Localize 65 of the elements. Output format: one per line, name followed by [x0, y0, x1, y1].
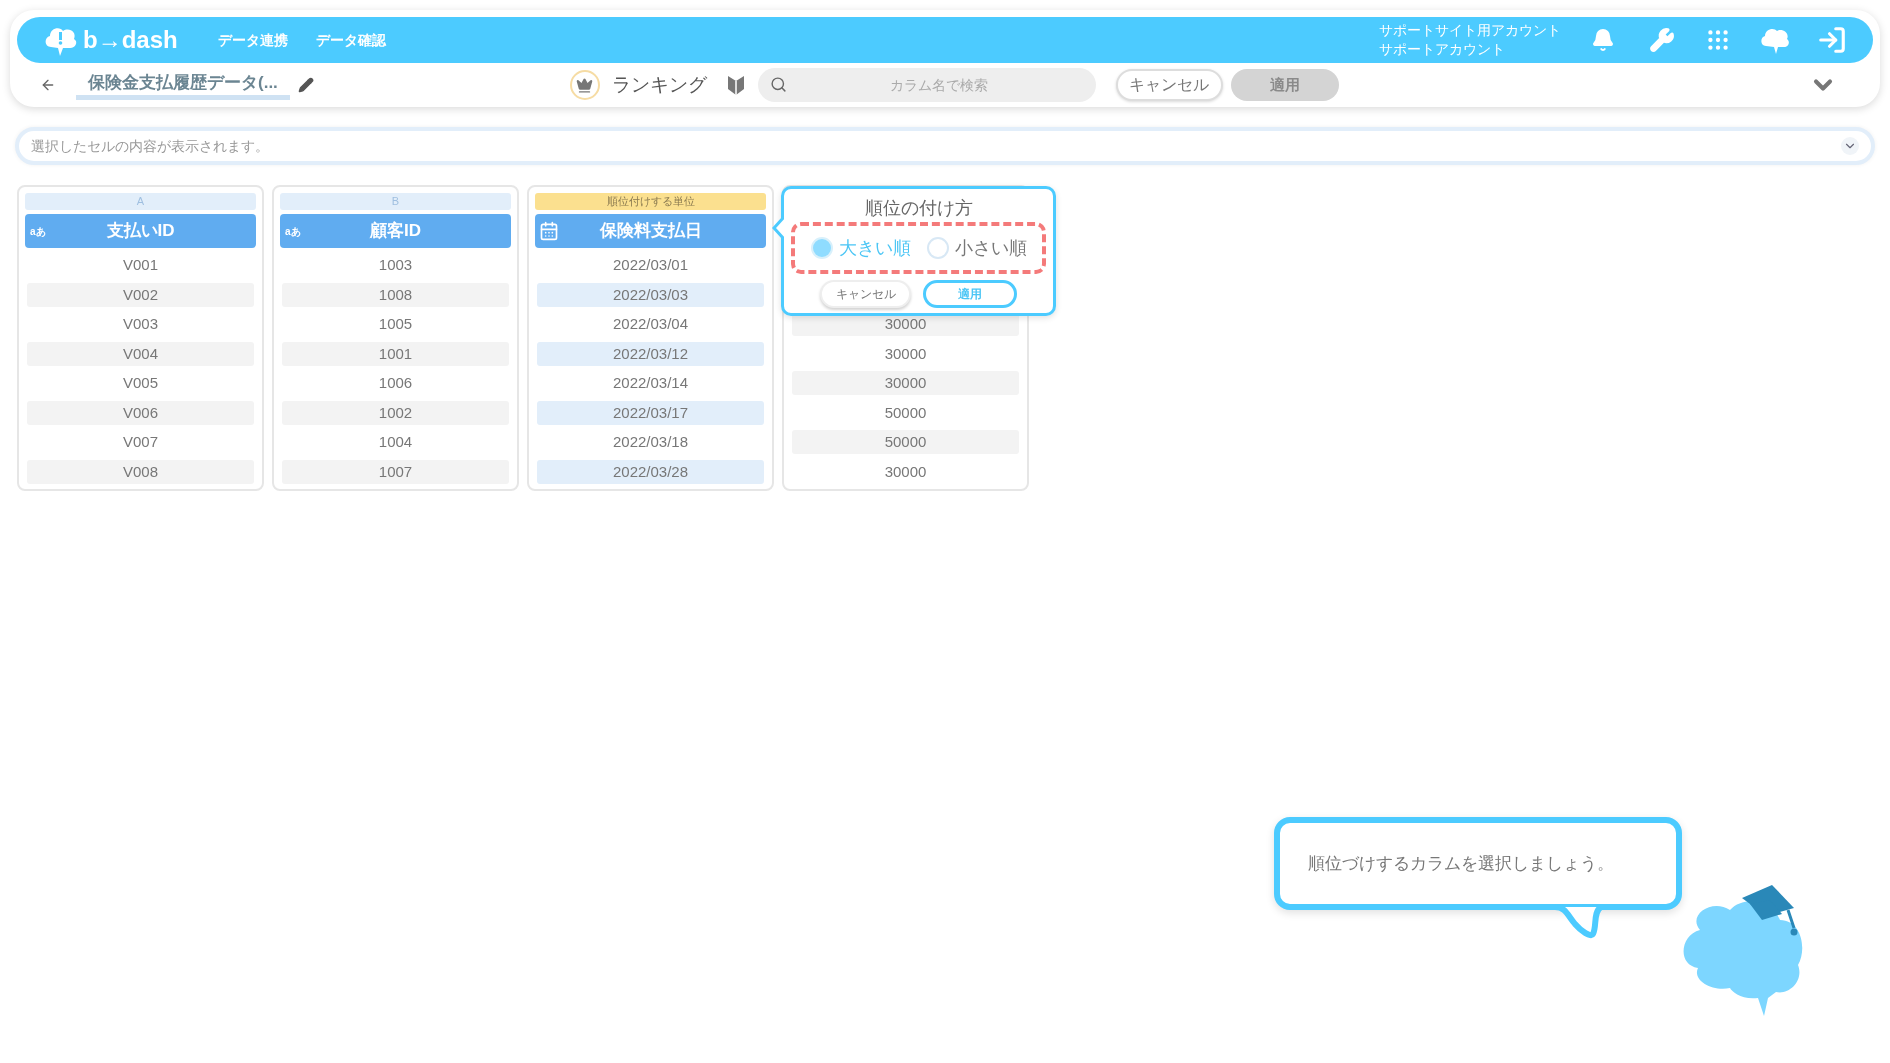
mode-title: ランキング [611, 72, 707, 97]
column-header[interactable]: 保険料支払日 [535, 214, 766, 248]
guide-message: 順位づけするカラムを選択しましょう。 [1308, 852, 1614, 875]
table-cell-text: 1003 [377, 255, 414, 275]
table-cell: 2022/03/12 [537, 341, 764, 366]
cancel-button[interactable]: キャンセル [1115, 69, 1223, 101]
calendar-icon [539, 221, 559, 241]
table-cell-text: 1004 [377, 432, 414, 452]
table-cell-text: V005 [121, 373, 159, 393]
table-cell-text: 1005 [377, 314, 414, 334]
table-cell: 1007 [282, 459, 509, 484]
type-label: aあ [285, 224, 301, 239]
crown-icon [569, 70, 600, 100]
nav-link[interactable]: データ連携 [217, 29, 288, 51]
table-cell-text: 2022/03/18 [611, 432, 690, 452]
nav-link[interactable]: データ確認 [315, 29, 386, 51]
table-cell: 30000 [792, 371, 1019, 395]
table-cell: 2022/03/28 [537, 459, 764, 484]
table-cell: V004 [27, 341, 254, 366]
table-cell: 50000 [792, 430, 1019, 454]
back-icon[interactable] [40, 77, 56, 93]
bell-icon[interactable] [1591, 28, 1615, 52]
account-name: サポートアカウント [1379, 41, 1506, 59]
search-icon [769, 76, 787, 93]
column-letter: B [280, 193, 511, 210]
column-letter: A [25, 193, 256, 210]
column-header[interactable]: aあ 支払いID [25, 214, 256, 248]
table-cell-text: V001 [121, 255, 159, 275]
table-cell-text: 50000 [883, 402, 928, 423]
column-name: 保険料支払日 [598, 220, 703, 243]
table-cell-text: 1006 [377, 373, 414, 393]
table-cell-text: 30000 [883, 343, 928, 364]
table-cell: 2022/03/03 [537, 282, 764, 307]
table-title[interactable]: 保険金支払履歴データ(... [76, 70, 290, 100]
column-name: 支払いID [105, 220, 176, 243]
popover-cancel-button[interactable]: キャンセル [820, 280, 911, 308]
table-cell-text: V003 [121, 314, 159, 334]
table-cell: V008 [27, 459, 254, 484]
table-cell: 1002 [282, 400, 509, 425]
wrench-icon[interactable] [1649, 27, 1675, 53]
table-cell: 1001 [282, 341, 509, 366]
table-cell: V002 [27, 282, 254, 307]
account-name: サポートサイト用アカウント [1379, 22, 1561, 40]
column-header[interactable]: aあ 顧客ID [280, 214, 511, 248]
sort-radio[interactable]: 小さい順 [926, 234, 1027, 262]
sort-radio[interactable]: 大きい順 [810, 234, 911, 262]
table-cell-text: 30000 [883, 461, 928, 482]
column-letter: 順位付けする単位 [535, 193, 766, 210]
column-name: 顧客ID [369, 220, 422, 243]
edit-icon[interactable] [297, 77, 314, 93]
table-cell: V006 [27, 400, 254, 425]
popover-apply-button[interactable]: 適用 [923, 280, 1017, 308]
cell-content-field[interactable]: 選択したセルの内容が表示されます。 [15, 127, 1875, 165]
logo-text: b→dash [83, 25, 178, 55]
table-cell-text: V007 [121, 432, 159, 452]
table-cell: 2022/03/17 [537, 400, 764, 425]
popover-title: 順位の付け方 [864, 198, 973, 218]
table-cell-text: 2022/03/01 [611, 255, 690, 275]
table-cell: 1008 [282, 282, 509, 307]
table-cell-text: 2022/03/04 [611, 314, 690, 334]
type-label: aあ [30, 224, 46, 239]
apps-grid-icon[interactable] [1705, 27, 1731, 53]
table-cell-text: 2022/03/14 [611, 373, 690, 393]
search-field[interactable]: カラム名で検索 [757, 68, 1096, 102]
logout-icon[interactable] [1817, 25, 1847, 55]
